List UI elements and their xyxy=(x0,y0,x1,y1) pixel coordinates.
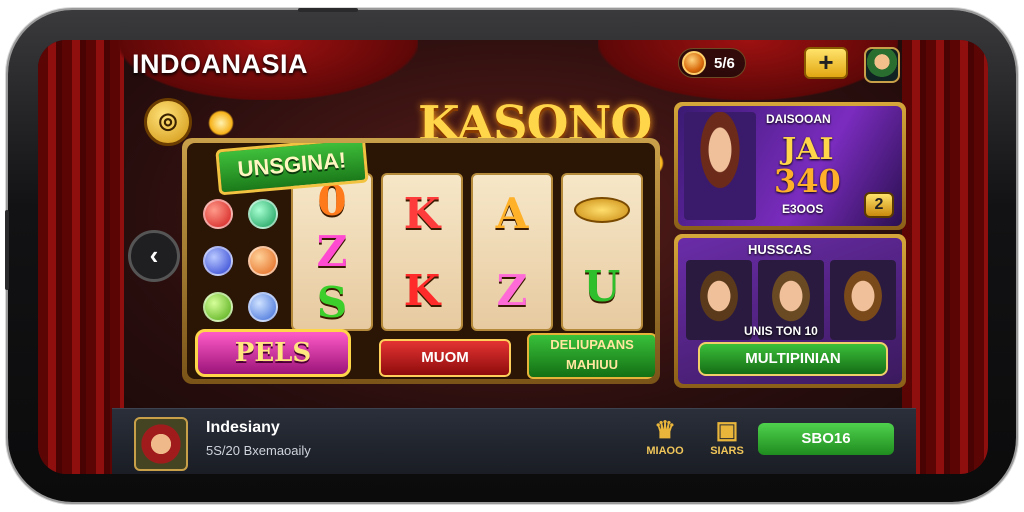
blue-gem-icon xyxy=(203,245,233,276)
coin-counter[interactable]: 5/6 xyxy=(678,48,746,78)
game-card-top[interactable]: DAISOOAN JAI 340 E3OOS 2 xyxy=(674,102,906,230)
bottom-bar: Indesiany 5S/20 Bxemaoaily ♛ MIAOO ▣ SIA… xyxy=(112,408,916,474)
spin-button[interactable]: MUOM xyxy=(379,339,511,377)
pels-boi-button[interactable]: PELS BOI! xyxy=(195,329,351,377)
brand-title: INDOANASIA xyxy=(132,49,309,79)
multiplayer-button[interactable]: MULTIPINIAN xyxy=(698,342,888,376)
reel-symbol: Z xyxy=(496,265,528,315)
game-card-bottom[interactable]: HUSSCAS UNIS TON 10 MULTIPINIAN xyxy=(674,234,906,388)
reel-1: 0 Z S xyxy=(291,173,373,331)
cowboy-portrait xyxy=(830,260,896,340)
card-badge: 2 xyxy=(864,192,894,218)
player-avatar[interactable] xyxy=(134,417,188,471)
reel-4: U xyxy=(561,173,643,331)
chest-icon[interactable]: ▣ SIARS xyxy=(704,417,750,457)
green-gem-icon xyxy=(248,199,278,229)
prize-button[interactable]: DELIUPAANS MAHIUU xyxy=(527,333,655,379)
card-amount-2: 340 xyxy=(774,162,841,200)
coin-icon xyxy=(682,51,706,75)
gem-column xyxy=(203,199,283,329)
reel-symbol: A xyxy=(495,188,529,238)
coin-stack-icon xyxy=(574,196,630,223)
cowboy-portrait xyxy=(686,260,752,340)
character-portrait xyxy=(684,112,756,220)
prize-label-2: MAHIUU xyxy=(566,357,618,372)
slot-machine: UNSGINA! 0 Z S K K A Z U PELS MUOM DELIU… xyxy=(182,138,660,384)
reel-2: K K xyxy=(381,173,463,331)
prize-label-1: DELIUPAANS xyxy=(550,337,634,352)
trophy-icon[interactable]: ♛ MIAOO xyxy=(642,417,688,457)
curtain-drape-right xyxy=(598,40,898,100)
card-title: HUSSCAS xyxy=(748,242,812,257)
reel-symbol: S xyxy=(316,278,348,328)
icon-label: MIAOO xyxy=(646,445,684,457)
card-title: DAISOOAN xyxy=(766,112,831,126)
lime-gem-icon xyxy=(203,292,233,323)
coin-count: 5/6 xyxy=(714,54,735,72)
game-screen: INDOANASIA 5/6 + ◎ ‹ KASONO UNSGINA! 0 Z… xyxy=(38,40,988,474)
reel-symbol: U xyxy=(583,261,621,311)
reel-symbol: K xyxy=(403,265,441,315)
diamond-gem-icon xyxy=(248,292,278,323)
reel-3: A Z xyxy=(471,173,553,331)
player-sub: 5S/20 Bxemaoaily xyxy=(206,443,311,458)
orange-gem-icon xyxy=(248,245,278,276)
red-gem-icon xyxy=(203,199,233,229)
card-caption: UNIS TON 10 xyxy=(744,324,818,338)
side-button xyxy=(5,210,9,290)
card-sub: E3OOS xyxy=(782,202,824,216)
top-button xyxy=(298,8,358,12)
play-button[interactable]: SBO16 xyxy=(758,423,894,455)
chevron-left-icon[interactable]: ‹ xyxy=(128,230,180,282)
player-name: Indesiany xyxy=(206,419,280,436)
lamp-icon xyxy=(208,110,234,136)
reel-symbol: K xyxy=(403,188,441,238)
icon-label: SIARS xyxy=(710,445,744,457)
reel-symbol: Z xyxy=(316,226,348,276)
profile-avatar[interactable] xyxy=(864,47,900,83)
add-coins-button[interactable]: + xyxy=(804,47,848,79)
coin-ring-icon[interactable]: ◎ xyxy=(144,98,192,146)
